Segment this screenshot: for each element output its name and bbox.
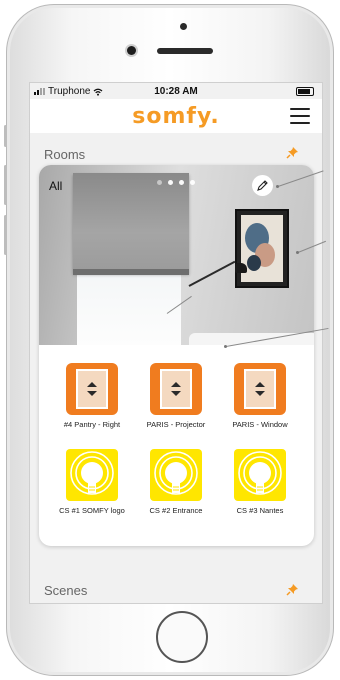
callout-dot [224,345,227,348]
device-tile[interactable]: CS #3 Nantes [215,449,305,515]
app-screen: Truphone 10:28 AM somfy. Rooms All #4 Pa… [29,82,323,604]
earpiece-speaker [157,48,213,54]
device-label: CS #3 Nantes [236,506,284,515]
rooms-section-title: Rooms [44,147,86,162]
photo-painting [235,209,289,288]
photo-lamp [188,260,236,287]
device-tile[interactable]: CS #1 SOMFY logo [47,449,137,515]
callout-dot [276,185,279,188]
lightbulb-icon [234,449,286,501]
room-photo[interactable]: All [39,165,314,345]
photo-lamp-head [235,263,247,273]
callout-dot [296,251,299,254]
status-time: 10:28 AM [154,86,198,97]
volume-up-button [4,165,7,205]
rooms-pin-icon[interactable] [286,146,299,159]
front-camera [127,46,136,55]
volume-down-button [4,215,7,255]
battery-icon [296,87,314,96]
device-tile[interactable]: PARIS - Window [215,363,305,429]
room-card[interactable]: All #4 Pantry - Right PARIS - Projector … [39,165,314,546]
edit-room-button[interactable] [252,175,273,196]
pencil-icon [257,180,268,191]
mute-switch [4,125,7,147]
device-tile[interactable]: CS #2 Entrance [131,449,221,515]
app-header: somfy. [30,99,322,133]
home-button[interactable] [156,611,208,663]
photo-blind-bar [73,269,189,275]
photo-blind [73,173,189,273]
lightbulb-icon [66,449,118,501]
room-filter-label[interactable]: All [49,179,62,193]
hamburger-icon[interactable] [290,108,310,124]
carousel-dots[interactable] [157,180,195,185]
shutter-icon [150,363,202,415]
status-bar: Truphone 10:28 AM [30,83,322,99]
shutter-icon [66,363,118,415]
proximity-sensor [180,23,187,30]
device-label: PARIS - Projector [146,420,206,429]
device-label: CS #1 SOMFY logo [59,506,125,515]
scenes-pin-icon[interactable] [286,583,299,596]
device-label: PARIS - Window [232,420,288,429]
scenes-section-title: Scenes [44,583,88,598]
shutter-icon [234,363,286,415]
device-label: CS #2 Entrance [149,506,203,515]
somfy-logo: somfy. [132,104,220,129]
device-label: #4 Pantry - Right [63,420,121,429]
device-tile[interactable]: PARIS - Projector [131,363,221,429]
device-tile[interactable]: #4 Pantry - Right [47,363,137,429]
lightbulb-icon [150,449,202,501]
